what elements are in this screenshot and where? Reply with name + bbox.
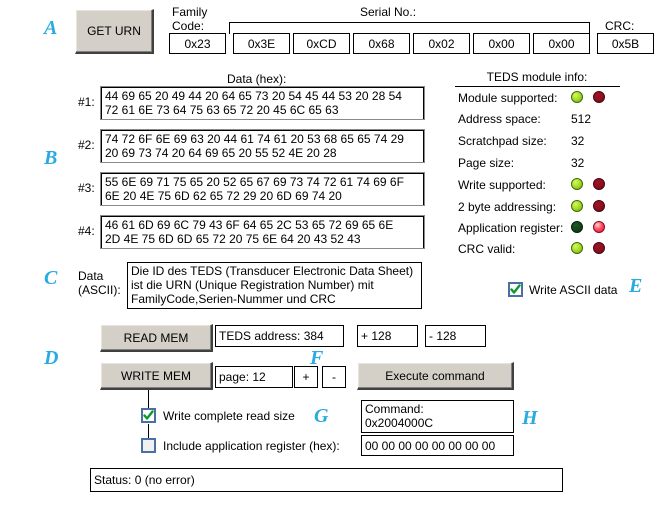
led-2-byte-addressing-green xyxy=(571,200,583,212)
execute-command-button[interactable]: Execute command xyxy=(357,362,514,390)
family-code-label: Family Code: xyxy=(172,5,208,33)
teds-row-scratchpad-size-value: 32 xyxy=(571,134,585,148)
include-application-register-checkbox[interactable] xyxy=(141,438,156,453)
annotation-a: A xyxy=(44,17,58,39)
led-application-register-red xyxy=(593,221,605,233)
led-application-register-green xyxy=(571,221,583,233)
serial-byte-5-field[interactable]: 0x00 xyxy=(533,33,590,54)
serial-byte-3-field[interactable]: 0x02 xyxy=(413,33,470,54)
teds-row-scratchpad-size-label: Scratchpad size: xyxy=(458,134,547,148)
write-mem-button[interactable]: WRITE MEM xyxy=(100,362,213,390)
plus-128-button[interactable]: + 128 xyxy=(357,325,418,347)
annotation-e: E xyxy=(629,275,643,297)
serial-byte-2-field[interactable]: 0x68 xyxy=(353,33,410,54)
teds-row-page-size-value: 32 xyxy=(571,156,585,170)
data-hex-row-3-label: #4: xyxy=(78,224,95,238)
teds-row-write-supported-label: Write supported: xyxy=(458,178,546,192)
application-register-hex-field[interactable]: 00 00 00 00 00 00 00 00 xyxy=(361,435,514,456)
teds-row-application-register-label: Application register: xyxy=(458,221,564,235)
data-ascii-field[interactable]: Die ID des TEDS (Transducer Electronic D… xyxy=(127,262,422,309)
teds-row-address-space-value: 512 xyxy=(571,112,592,126)
data-hex-row-0-field[interactable]: 44 69 65 20 49 44 20 64 65 73 20 54 45 4… xyxy=(100,86,425,120)
led-crc-valid-green xyxy=(571,242,583,254)
data-hex-row-1-value: 74 72 6F 6E 69 63 20 44 61 74 61 20 53 6… xyxy=(101,130,424,162)
command-field[interactable]: Command: 0x2004000C xyxy=(361,400,514,433)
annotation-h: H xyxy=(522,407,538,429)
teds-row-2-byte-addressing-label: 2 byte addressing: xyxy=(458,200,557,214)
annotation-g: G xyxy=(314,405,329,427)
teds-info-title: TEDS module info: xyxy=(486,70,588,84)
teds-address-field[interactable]: TEDS address: 384 xyxy=(215,325,344,347)
teds-info-divider xyxy=(455,86,620,87)
crc-label: CRC: xyxy=(605,19,635,33)
write-ascii-data-checkbox[interactable] xyxy=(508,282,523,297)
status-bar: Status: 0 (no error) xyxy=(90,468,563,492)
check-icon xyxy=(510,284,521,294)
led-write-supported-green xyxy=(571,178,583,190)
teds-row-page-size-label: Page size: xyxy=(458,156,515,170)
annotation-b: B xyxy=(44,147,58,169)
write-ascii-data-label: Write ASCII data xyxy=(529,283,618,297)
data-hex-row-1-label: #2: xyxy=(78,138,95,152)
serial-no-label: Serial No.: xyxy=(360,5,417,19)
data-hex-title: Data (hex): xyxy=(227,72,287,86)
check-icon xyxy=(143,410,154,420)
get-urn-button[interactable]: GET URN xyxy=(75,9,154,54)
led-write-supported-red xyxy=(593,178,605,190)
data-hex-row-2-field[interactable]: 55 6E 69 71 75 65 20 52 65 67 69 73 74 7… xyxy=(100,172,425,206)
minus-128-button[interactable]: - 128 xyxy=(425,325,486,347)
read-mem-button[interactable]: READ MEM xyxy=(100,324,213,352)
annotation-d: D xyxy=(44,347,59,369)
led-module-supported-red xyxy=(593,91,605,103)
led-2-byte-addressing-red xyxy=(593,200,605,212)
annotation-c: C xyxy=(44,267,58,289)
write-complete-read-size-label: Write complete read size xyxy=(163,409,295,423)
write-complete-read-size-checkbox[interactable] xyxy=(141,408,156,423)
data-ascii-label: Data (ASCII): xyxy=(78,269,121,297)
page-field[interactable]: page: 12 xyxy=(215,366,293,388)
page-increment-button[interactable]: + xyxy=(294,366,318,388)
teds-row-crc-valid-label: CRC valid: xyxy=(458,242,516,256)
data-hex-row-0-value: 44 69 65 20 49 44 20 64 65 73 20 54 45 4… xyxy=(101,87,424,119)
serial-byte-0-field[interactable]: 0x3E xyxy=(233,33,290,54)
led-crc-valid-red xyxy=(593,242,605,254)
data-hex-row-0-label: #1: xyxy=(78,95,95,109)
crc-field[interactable]: 0x5B xyxy=(597,33,654,54)
teds-row-module-supported-label: Module supported: xyxy=(458,91,558,105)
serial-byte-1-field[interactable]: 0xCD xyxy=(293,33,350,54)
include-application-register-label: Include application register (hex): xyxy=(163,439,340,453)
teds-tool-window: A B C D E F G H GET URN Family Code: Ser… xyxy=(0,0,666,506)
data-hex-row-2-label: #3: xyxy=(78,181,95,195)
family-code-field[interactable]: 0x23 xyxy=(169,33,226,54)
data-hex-row-3-field[interactable]: 46 61 6D 69 6C 79 43 6F 64 65 2C 53 65 7… xyxy=(100,215,425,249)
annotation-f: F xyxy=(310,347,324,369)
serial-byte-4-field[interactable]: 0x00 xyxy=(473,33,530,54)
data-hex-row-2-value: 55 6E 69 71 75 65 20 52 65 67 69 73 74 7… xyxy=(101,173,424,205)
data-hex-row-3-value: 46 61 6D 69 6C 79 43 6F 64 65 2C 53 65 7… xyxy=(101,216,424,248)
page-decrement-button[interactable]: - xyxy=(322,366,346,388)
led-module-supported-green xyxy=(571,91,583,103)
teds-row-address-space-label: Address space: xyxy=(458,112,541,126)
data-hex-row-1-field[interactable]: 74 72 6F 6E 69 63 20 44 61 74 61 20 53 6… xyxy=(100,129,425,163)
